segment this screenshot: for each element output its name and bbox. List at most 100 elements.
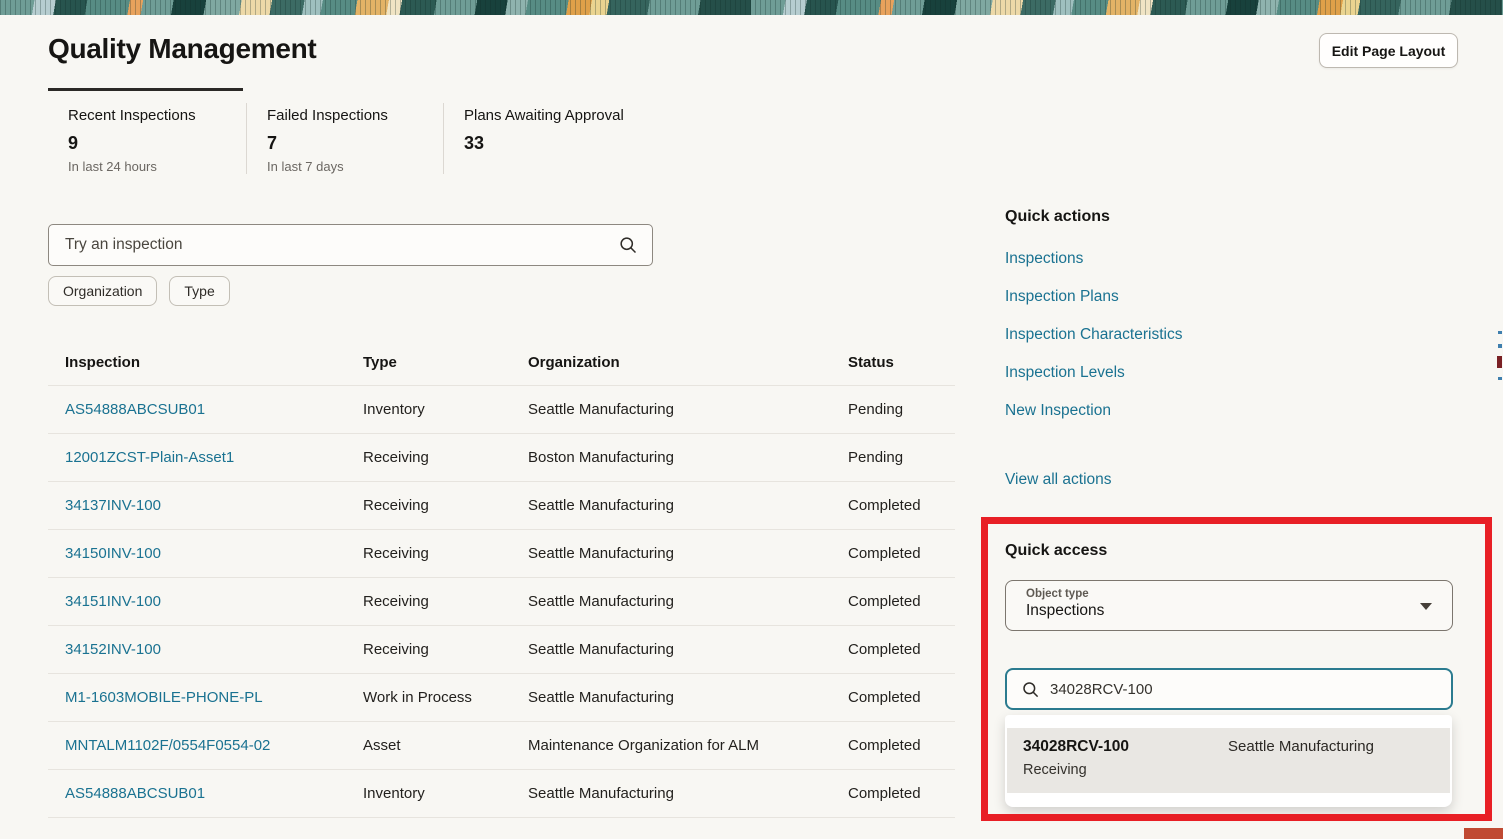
result-organization: Seattle Manufacturing [1228,738,1434,755]
table-row: AS54888ABCSUB01 Inventory Seattle Manufa… [48,386,955,434]
search-icon [1021,680,1040,699]
edge-artifact [1498,331,1502,334]
quick-actions-heading: Quick actions [1005,208,1110,226]
table-row: AS54888ABCSUB01 Inventory Seattle Manufa… [48,770,955,818]
object-type-dropdown[interactable]: Object type Inspections [1005,580,1453,631]
result-type: Receiving [1023,762,1434,778]
search-results-dropdown: 34028RCV-100 Seattle Manufacturing Recei… [1005,715,1452,807]
stat-label: Plans Awaiting Approval [464,107,673,124]
quality-management-page: Quality Management Edit Page Layout Rece… [0,0,1503,839]
cell-organization: Seattle Manufacturing [528,545,848,562]
quick-access-search-box [1005,668,1453,710]
cell-type: Work in Process [363,689,528,706]
stat-failed-inspections[interactable]: Failed Inspections 7 In last 7 days [246,103,443,174]
cell-organization: Seattle Manufacturing [528,689,848,706]
inspection-link[interactable]: MNTALM1102F/0554F0554-02 [65,737,270,754]
cell-type: Inventory [363,401,528,418]
column-header-organization[interactable]: Organization [528,354,848,371]
cell-type: Receiving [363,593,528,610]
stat-value: 7 [267,133,443,154]
table-row: 34150INV-100 Receiving Seattle Manufactu… [48,530,955,578]
inspection-link[interactable]: 34151INV-100 [65,593,161,610]
table-row: MNTALM1102F/0554F0554-02 Asset Maintenan… [48,722,955,770]
filter-chip-type[interactable]: Type [169,276,229,306]
cell-status: Completed [848,497,955,514]
cell-organization: Seattle Manufacturing [528,785,848,802]
inspection-link[interactable]: AS54888ABCSUB01 [65,785,205,802]
cell-organization: Seattle Manufacturing [528,401,848,418]
table-row: 34137INV-100 Receiving Seattle Manufactu… [48,482,955,530]
quick-actions-list: Inspections Inspection Plans Inspection … [1005,250,1182,440]
inspection-link[interactable]: AS54888ABCSUB01 [65,401,205,418]
column-header-inspection[interactable]: Inspection [48,354,363,371]
filter-chip-organization[interactable]: Organization [48,276,157,306]
stat-subtext: In last 24 hours [68,159,246,174]
quick-action-inspection-characteristics[interactable]: Inspection Characteristics [1005,326,1182,364]
cell-type: Receiving [363,545,528,562]
cell-type: Asset [363,737,528,754]
decorative-banner [0,0,1503,15]
stat-value: 33 [464,133,673,154]
search-icon[interactable] [618,235,638,255]
inspection-link[interactable]: 34152INV-100 [65,641,161,658]
cell-type: Receiving [363,641,528,658]
quick-action-new-inspection[interactable]: New Inspection [1005,402,1182,440]
inspections-table: Inspection Type Organization Status AS54… [48,340,955,818]
table-row: 12001ZCST-Plain-Asset1 Receiving Boston … [48,434,955,482]
quick-access-heading: Quick access [1005,542,1107,560]
cell-organization: Seattle Manufacturing [528,641,848,658]
cell-type: Receiving [363,497,528,514]
cell-status: Completed [848,545,955,562]
stat-subtext: In last 7 days [267,159,443,174]
page-title: Quality Management [48,33,316,65]
chevron-down-icon [1420,603,1432,610]
table-row: M1-1603MOBILE-PHONE-PL Work in Process S… [48,674,955,722]
inspection-link[interactable]: 34137INV-100 [65,497,161,514]
stat-plans-awaiting-approval[interactable]: Plans Awaiting Approval 33 [443,103,673,174]
stat-label: Recent Inspections [68,107,246,124]
inspection-search-box [48,224,653,266]
cell-status: Completed [848,593,955,610]
stat-recent-inspections[interactable]: Recent Inspections 9 In last 24 hours [48,103,246,174]
result-name: 34028RCV-100 [1023,738,1228,756]
stat-value: 9 [68,133,246,154]
inspection-link[interactable]: M1-1603MOBILE-PHONE-PL [65,689,263,706]
cell-type: Receiving [363,449,528,466]
inspection-search-input[interactable] [65,236,618,254]
inspection-link[interactable]: 34150INV-100 [65,545,161,562]
cell-status: Completed [848,641,955,658]
quick-action-inspection-plans[interactable]: Inspection Plans [1005,288,1182,326]
cell-status: Completed [848,689,955,706]
table-row: 34151INV-100 Receiving Seattle Manufactu… [48,578,955,626]
column-header-status[interactable]: Status [848,354,955,371]
edge-artifact [1498,377,1502,380]
stats-row: Recent Inspections 9 In last 24 hours Fa… [48,103,673,174]
cell-status: Pending [848,401,955,418]
cell-organization: Seattle Manufacturing [528,593,848,610]
cell-organization: Maintenance Organization for ALM [528,737,848,754]
annotation-rust-marker [1464,828,1503,839]
cell-organization: Boston Manufacturing [528,449,848,466]
quick-action-inspections[interactable]: Inspections [1005,250,1182,288]
cell-status: Completed [848,737,955,754]
quick-action-inspection-levels[interactable]: Inspection Levels [1005,364,1182,402]
edge-artifact [1498,344,1502,348]
cell-type: Inventory [363,785,528,802]
quick-access-search-input[interactable] [1050,681,1439,698]
edit-page-layout-button[interactable]: Edit Page Layout [1319,33,1458,68]
stat-label: Failed Inspections [267,107,443,124]
table-header-row: Inspection Type Organization Status [48,340,955,386]
column-header-type[interactable]: Type [363,354,528,371]
table-row: 34152INV-100 Receiving Seattle Manufactu… [48,626,955,674]
inspection-link[interactable]: 12001ZCST-Plain-Asset1 [65,449,234,466]
cell-organization: Seattle Manufacturing [528,497,848,514]
search-result-item[interactable]: 34028RCV-100 Seattle Manufacturing Recei… [1007,728,1450,793]
object-type-value: Inspections [1026,602,1436,620]
filter-chips: Organization Type [48,276,230,306]
cell-status: Pending [848,449,955,466]
object-type-label: Object type [1026,588,1436,600]
active-tab-indicator [48,88,243,91]
view-all-actions-link[interactable]: View all actions [1005,471,1112,489]
edge-artifact [1497,356,1502,368]
cell-status: Completed [848,785,955,802]
